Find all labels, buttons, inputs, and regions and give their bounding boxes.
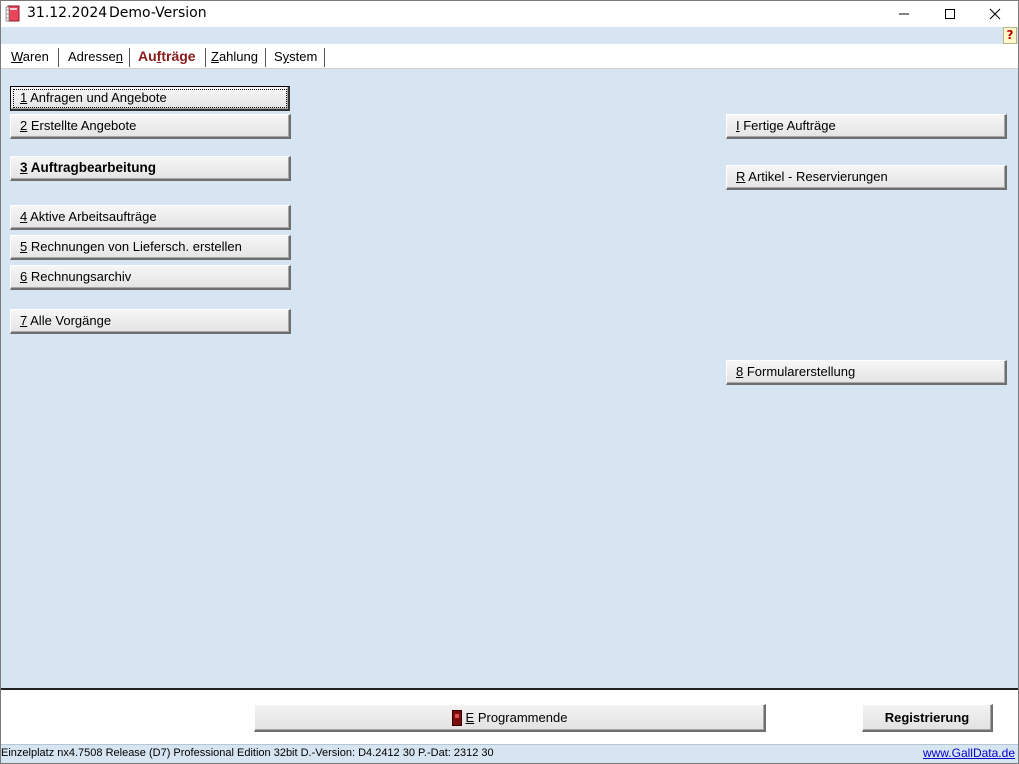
tab-separator [58, 48, 59, 67]
tab-separator [324, 48, 325, 67]
minimize-icon [899, 13, 909, 15]
rechnungen-erstellen-button[interactable]: 5 Rechnungen von Liefersch. erstellen [10, 235, 291, 260]
menu-tabs: Waren Adressen Aufträge Zahlung System [1, 44, 1018, 69]
title-date: 31.12.2024 [27, 5, 108, 21]
app-book-icon [5, 5, 20, 22]
formularerstellung-button[interactable]: 8 Formularerstellung [726, 360, 1007, 385]
registrierung-button[interactable]: Registrierung [862, 704, 993, 732]
tab-separator [129, 48, 130, 67]
title-bar: 31.12.2024 Demo-Version [1, 1, 1018, 27]
maximize-icon [945, 9, 955, 19]
anfragen-angebote-button[interactable]: 1 Anfragen und Angebote [10, 86, 290, 111]
bottom-bar: E Programmende Registrierung [1, 692, 1018, 744]
tab-separator [205, 48, 206, 67]
status-text: Einzelplatz nx4.7508 Release (D7) Profes… [1, 747, 494, 759]
tab-adressen[interactable]: Adressen [68, 49, 123, 67]
exit-door-icon [451, 709, 462, 726]
fertige-auftraege-button[interactable]: I Fertige Aufträge [726, 114, 1007, 139]
tab-zahlung[interactable]: Zahlung [211, 49, 258, 67]
programmende-label: E Programmende [465, 710, 568, 725]
help-icon[interactable]: ? [1003, 27, 1017, 44]
close-button[interactable] [972, 1, 1018, 27]
maximize-button[interactable] [927, 1, 973, 27]
minimize-button[interactable] [881, 1, 927, 27]
tab-auftraege[interactable]: Aufträge [138, 48, 196, 66]
close-icon [989, 8, 1001, 20]
erstellte-angebote-button[interactable]: 2 Erstellte Angebote [10, 114, 291, 139]
rechnungsarchiv-button[interactable]: 6 Rechnungsarchiv [10, 265, 291, 290]
artikel-reservierungen-button[interactable]: R Artikel - Reservierungen [726, 165, 1007, 190]
tab-separator [265, 48, 266, 67]
status-bar: Einzelplatz nx4.7508 Release (D7) Profes… [1, 744, 1018, 763]
window-title: Demo-Version [109, 5, 207, 21]
tab-system[interactable]: System [274, 49, 317, 67]
auftragbearbeitung-button[interactable]: 3 Auftragbearbeitung [10, 156, 291, 181]
alle-vorgaenge-button[interactable]: 7 Alle Vorgänge [10, 309, 291, 334]
programmende-button[interactable]: E Programmende [254, 704, 766, 732]
website-link[interactable]: www.GallData.de [923, 746, 1015, 760]
help-strip: ? [1, 27, 1018, 44]
main-panel: 1 Anfragen und Angebote 2 Erstellte Ange… [1, 69, 1018, 690]
tab-waren[interactable]: Waren [11, 49, 49, 67]
aktive-arbeitsauftraege-button[interactable]: 4 Aktive Arbeitsaufträge [10, 205, 291, 230]
